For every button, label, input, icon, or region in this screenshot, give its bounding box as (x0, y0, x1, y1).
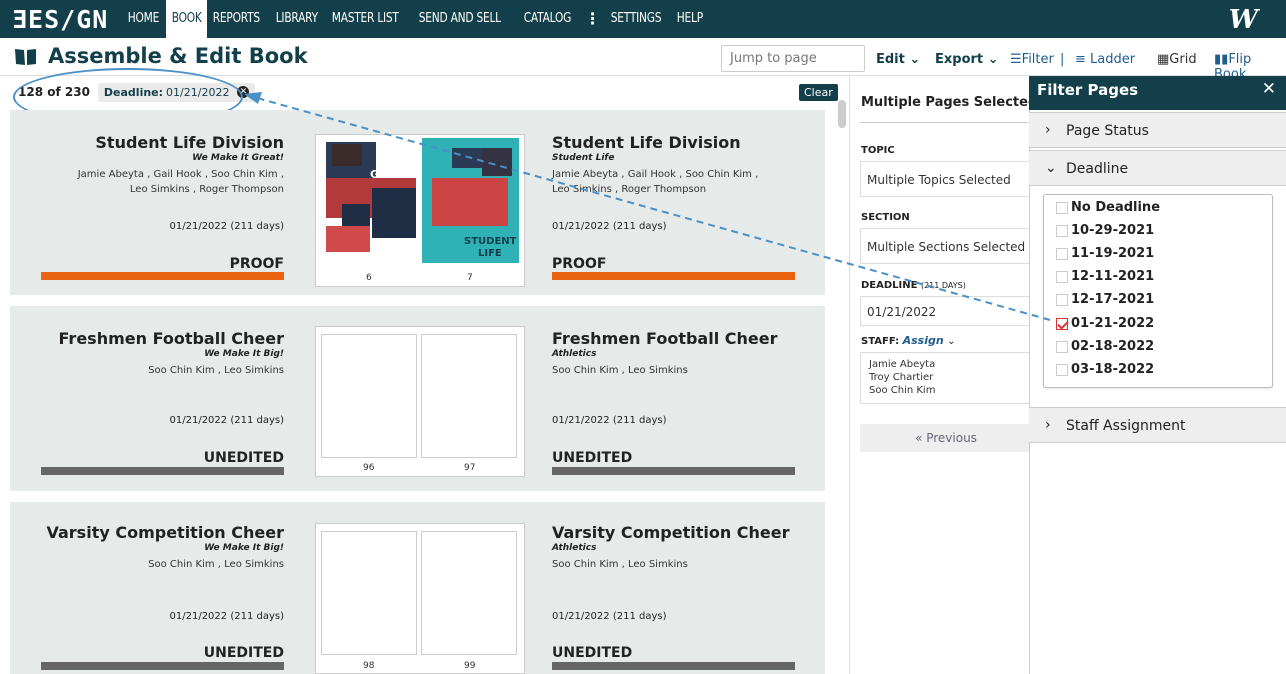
annotation-arrow (244, 92, 1051, 321)
